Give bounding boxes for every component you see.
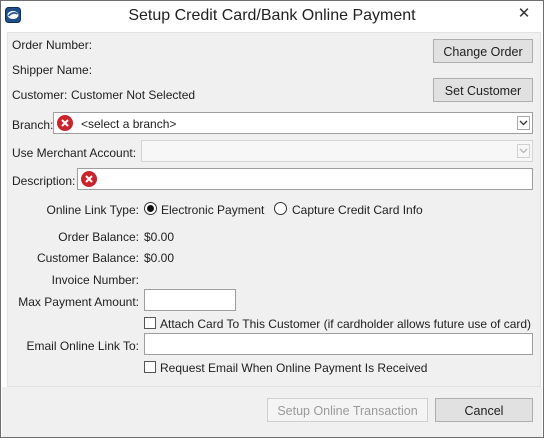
merchant-account-select[interactable]	[141, 140, 533, 162]
order-balance-label: Order Balance:	[58, 230, 139, 244]
radio-capture-credit-card-label[interactable]: Capture Credit Card Info	[292, 203, 423, 217]
radio-electronic-payment[interactable]	[144, 202, 157, 215]
branch-select-value: <select a branch>	[81, 117, 177, 131]
close-button[interactable]: ✕	[509, 3, 539, 25]
customer-label: Customer:	[12, 88, 68, 102]
max-payment-amount-label: Max Payment Amount:	[18, 295, 139, 309]
customer-balance-value: $0.00	[144, 251, 175, 265]
customer-value: Customer Not Selected	[71, 88, 196, 102]
title-bar: Setup Credit Card/Bank Online Payment ✕	[1, 1, 543, 32]
order-balance-value: $0.00	[144, 230, 175, 244]
error-icon	[57, 115, 73, 131]
order-number-label: Order Number:	[12, 38, 93, 52]
branch-select[interactable]: <select a branch>	[53, 112, 533, 134]
chevron-down-icon[interactable]	[517, 144, 530, 158]
attach-card-label[interactable]: Attach Card To This Customer (if cardhol…	[160, 317, 531, 331]
online-link-type-label: Online Link Type:	[46, 203, 139, 217]
attach-card-checkbox[interactable]	[144, 317, 156, 329]
chevron-down-icon[interactable]	[517, 116, 530, 130]
email-online-link-input[interactable]	[144, 333, 533, 355]
change-order-button[interactable]: Change Order	[433, 39, 533, 63]
customer-balance-label: Customer Balance:	[36, 251, 139, 265]
email-online-link-label: Email Online Link To:	[26, 339, 140, 353]
window-title: Setup Credit Card/Bank Online Payment	[128, 7, 416, 24]
branch-label: Branch:	[12, 118, 54, 132]
setup-online-transaction-button[interactable]: Setup Online Transaction	[267, 398, 428, 422]
merchant-account-label: Use Merchant Account:	[12, 146, 137, 160]
description-label: Description:	[12, 174, 76, 188]
shipper-name-label: Shipper Name:	[12, 63, 93, 77]
max-payment-amount-input[interactable]	[144, 289, 236, 311]
close-icon: ✕	[517, 5, 531, 22]
radio-electronic-payment-label[interactable]: Electronic Payment	[161, 203, 264, 217]
invoice-number-label: Invoice Number:	[51, 273, 139, 287]
cancel-button[interactable]: Cancel	[435, 398, 533, 422]
radio-capture-credit-card[interactable]	[274, 202, 287, 215]
request-email-checkbox[interactable]	[144, 361, 156, 373]
request-email-label[interactable]: Request Email When Online Payment Is Rec…	[160, 361, 427, 375]
dialog-window: Setup Credit Card/Bank Online Payment ✕ …	[0, 0, 544, 438]
description-input[interactable]	[77, 168, 533, 190]
error-icon	[81, 171, 97, 187]
set-customer-button[interactable]: Set Customer	[433, 78, 533, 102]
